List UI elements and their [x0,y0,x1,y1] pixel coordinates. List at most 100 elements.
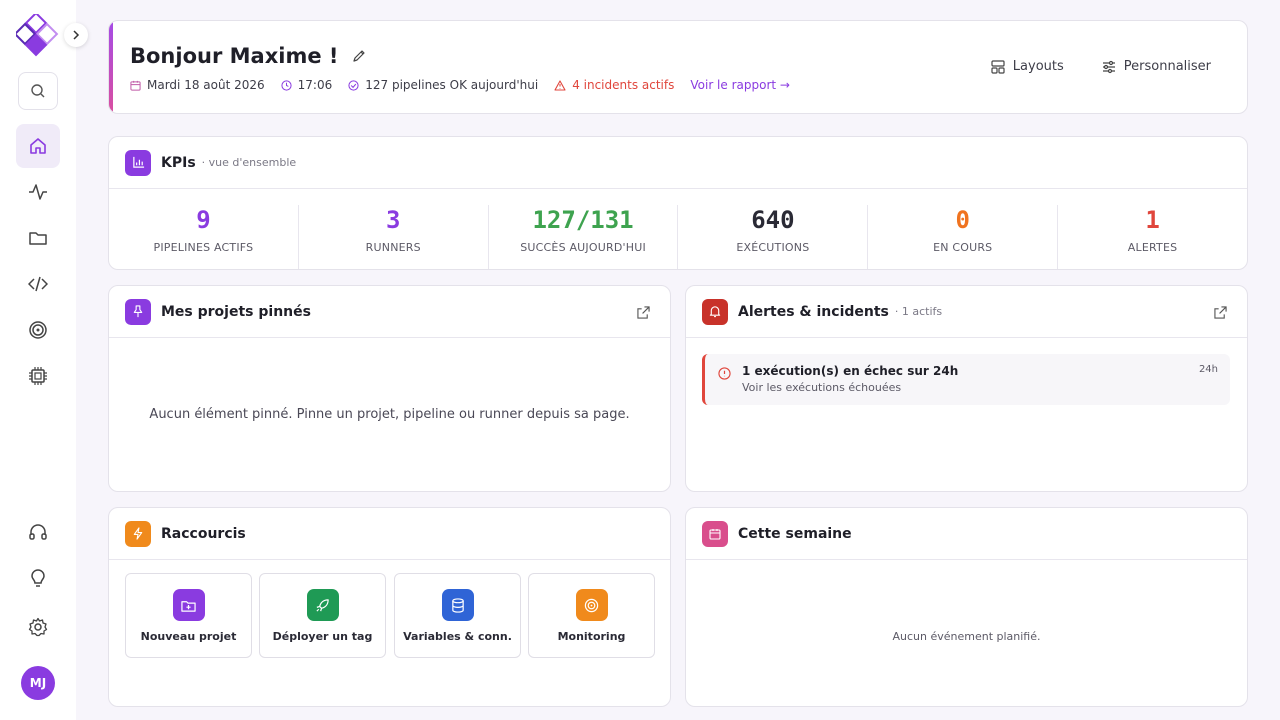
external-link-icon [637,306,650,319]
shortcut-monitoring[interactable]: Monitoring [528,573,655,658]
shortcuts-card-header: Raccourcis [109,508,670,560]
alerts-card: Alertes & incidents · 1 actifs 1 exécuti… [685,285,1248,492]
kpi-label: PIPELINES ACTIFS [153,241,254,254]
meta-pipelines: 127 pipelines OK aujourd'hui [348,78,538,92]
folder-plus-icon [172,589,205,621]
shortcuts-card: Raccourcis Nouveau projet Déployer un ta… [108,507,671,707]
code-icon [28,276,48,292]
kpi-running[interactable]: 0 EN COURS [868,205,1059,269]
week-card-title: Cette semaine [738,525,852,542]
pinned-open-button[interactable] [637,304,650,323]
app-logo[interactable] [13,11,60,58]
alert-item[interactable]: 1 exécution(s) en échec sur 24h Voir les… [702,354,1230,405]
search-icon [31,84,45,98]
kpi-label: EXÉCUTIONS [736,241,810,254]
kpi-value: 127/131 [532,206,634,234]
kpi-alerts[interactable]: 1 ALERTES [1058,205,1247,269]
greeting-text: Bonjour Maxime ! [130,44,339,68]
bar-chart-icon [132,156,144,168]
kpi-executions[interactable]: 640 EXÉCUTIONS [678,205,869,269]
kpi-value: 3 [386,206,401,234]
target-icon [29,321,47,339]
kpi-card-subtitle: · vue d'ensemble [201,156,297,169]
kpi-label: EN COURS [933,241,993,254]
pencil-icon[interactable] [352,49,366,63]
user-avatar[interactable]: MJ [21,666,55,700]
kpi-value: 1 [1145,206,1160,234]
sliders-icon [1102,60,1115,73]
nav-monitoring[interactable] [16,308,60,352]
meta-time: 17:06 [281,78,332,92]
kpi-value: 9 [196,206,211,234]
view-report-link[interactable]: Voir le rapport → [690,78,790,92]
layout-icon [991,59,1005,74]
lightning-icon [133,527,143,540]
nav-activity[interactable] [16,170,60,214]
rocket-icon [306,589,339,621]
nav-settings[interactable] [16,605,60,649]
activity-icon [29,184,47,200]
kpi-label: RUNNERS [365,241,421,254]
shortcuts-card-title: Raccourcis [161,525,246,542]
kpi-label: ALERTES [1127,241,1178,254]
shortcut-label: Déployer un tag [272,630,373,643]
layouts-button[interactable]: Layouts [991,59,1064,74]
week-card-header: Cette semaine [686,508,1247,560]
pinned-empty-state: Aucun élément pinné. Pinne un projet, pi… [149,407,630,422]
check-circle-icon [348,79,359,91]
header-actions: Layouts Personnaliser [991,59,1211,74]
header-meta: Mardi 18 août 2026 17:06 127 pipelines O… [130,78,806,92]
pin-icon [133,305,143,318]
meta-incidents: 4 incidents actifs [554,78,674,92]
kpi-card-title: KPIs [161,154,196,171]
week-card: Cette semaine Aucun événement planifié. [685,507,1248,707]
kpi-value: 640 [751,206,795,234]
external-link-icon [1214,306,1227,319]
kpi-success[interactable]: 127/131 SUCCÈS AUJOURD'HUI [489,205,679,269]
customize-button[interactable]: Personnaliser [1102,59,1211,74]
pinned-card-header: Mes projets pinnés [109,286,670,338]
kpi-pipelines[interactable]: 9 PIPELINES ACTIFS [109,205,299,269]
page-title: Bonjour Maxime ! [130,44,366,68]
search-button[interactable] [18,72,58,110]
shortcut-label: Monitoring [557,630,626,643]
welcome-header: Bonjour Maxime ! Mardi 18 août 2026 17:0… [108,20,1248,114]
kpi-card-header: KPIs · vue d'ensemble [109,137,1247,189]
shortcut-deploy-tag[interactable]: Déployer un tag [259,573,386,658]
shortcut-variables[interactable]: Variables & conn. [394,573,521,658]
home-icon [30,138,46,154]
nav-code[interactable] [16,262,60,306]
sidebar-collapse-button[interactable] [64,23,88,47]
calendar-icon [130,80,141,91]
warning-icon [554,79,566,91]
nav-support[interactable] [16,510,60,554]
alerts-card-header: Alertes & incidents · 1 actifs [686,286,1247,338]
nav-home[interactable] [16,124,60,168]
nav-ideas[interactable] [16,557,60,601]
kpi-runners[interactable]: 3 RUNNERS [299,205,489,269]
pinned-card-icon [125,298,151,325]
alert-circle-icon [718,365,731,384]
alert-time: 24h [1198,364,1218,375]
sidebar: MJ [0,0,88,720]
pinned-card-title: Mes projets pinnés [161,303,311,320]
kpi-card: KPIs · vue d'ensemble 9 PIPELINES ACTIFS… [108,136,1248,270]
header-accent-bar [109,21,113,113]
kpi-value: 0 [955,206,970,234]
database-icon [441,589,474,621]
kpi-card-icon [125,149,151,176]
folder-icon [29,232,47,245]
week-empty-state: Aucun événement planifié. [892,630,1041,643]
kpi-label: SUCCÈS AUJOURD'HUI [520,241,646,254]
calendar-icon [709,528,721,540]
nav-projects[interactable] [16,216,60,260]
alerts-card-icon [702,298,728,325]
nav-runners[interactable] [16,354,60,398]
clock-icon [281,79,292,91]
shortcut-new-project[interactable]: Nouveau projet [125,573,252,658]
alerts-open-button[interactable] [1214,304,1227,323]
meta-date: Mardi 18 août 2026 [130,78,265,92]
week-card-icon [702,520,728,547]
chevron-right-icon [73,30,80,40]
shortcut-label: Nouveau projet [140,630,237,643]
